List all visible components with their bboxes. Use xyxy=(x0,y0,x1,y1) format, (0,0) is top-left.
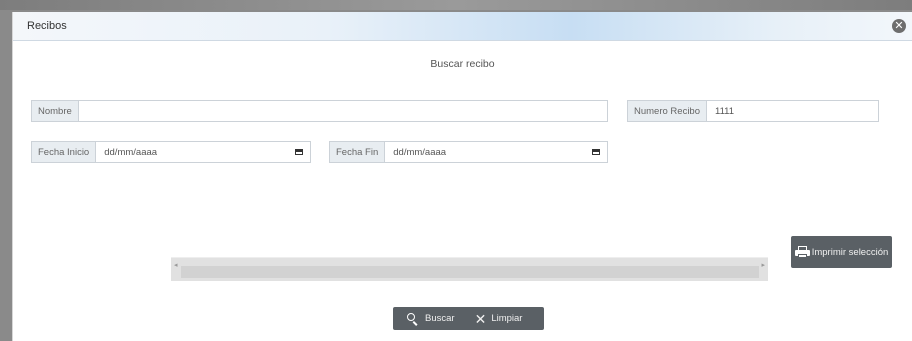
nombre-label: Nombre xyxy=(32,101,79,121)
numero-recibo-label: Numero Recibo xyxy=(628,101,707,121)
nombre-field: Nombre xyxy=(31,100,608,122)
nombre-input[interactable] xyxy=(78,101,607,121)
numero-recibo-field: Numero Recibo xyxy=(627,100,879,122)
search-label: Buscar xyxy=(425,313,455,324)
x-icon: ✕ xyxy=(474,310,487,327)
numero-recibo-input[interactable] xyxy=(707,101,878,121)
clear-label: Limpiar xyxy=(491,313,523,324)
clear-button[interactable]: ✕ Limpiar xyxy=(455,307,523,330)
section-heading: Buscar recibo xyxy=(430,58,495,70)
fecha-fin-field: Fecha Fin xyxy=(329,141,608,163)
dialog-title: Recibos xyxy=(27,20,67,32)
calendar-icon[interactable] xyxy=(288,142,310,162)
print-selection-label: Imprimir selección xyxy=(811,246,889,258)
dialog-titlebar: Recibos ✕ xyxy=(13,12,912,41)
fecha-fin-input[interactable] xyxy=(385,142,585,162)
background-strip xyxy=(0,0,912,10)
search-button[interactable]: Buscar xyxy=(393,307,455,330)
scroll-thumb[interactable] xyxy=(181,266,759,278)
printer-icon xyxy=(794,246,810,258)
search-actions-bar: Buscar ✕ Limpiar xyxy=(393,307,544,330)
fecha-inicio-input[interactable] xyxy=(96,142,288,162)
fecha-inicio-field: Fecha Inicio xyxy=(31,141,311,163)
close-icon[interactable]: ✕ xyxy=(892,19,906,33)
print-selection-button[interactable]: Imprimir selección xyxy=(791,236,892,268)
fecha-inicio-label: Fecha Inicio xyxy=(32,142,97,162)
scroll-right-arrow[interactable]: ▸ xyxy=(761,261,765,269)
horizontal-scrollbar[interactable]: ◂ ▸ xyxy=(171,257,768,281)
fecha-fin-label: Fecha Fin xyxy=(330,142,386,162)
search-icon xyxy=(407,313,418,326)
scroll-left-arrow[interactable]: ◂ xyxy=(174,261,178,269)
receipts-dialog: Recibos ✕ Buscar recibo Nombre Numero Re… xyxy=(12,12,912,341)
calendar-icon[interactable] xyxy=(585,142,607,162)
